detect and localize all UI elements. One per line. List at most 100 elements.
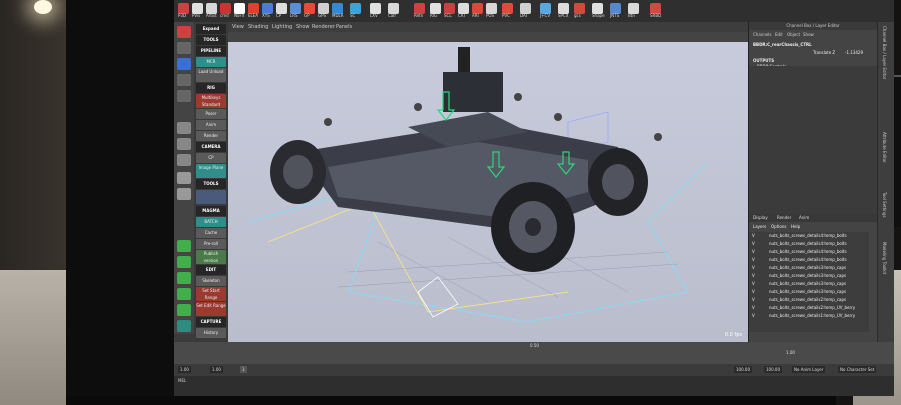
anim-layer-dropdown[interactable]: No Anim Layer bbox=[792, 366, 826, 373]
layer-row[interactable]: Vnuts_bolts_screws_details2:temp_UV_berr… bbox=[749, 304, 869, 311]
layer-row[interactable]: Vnuts_bolts_screws_details4:temp_bolts bbox=[749, 248, 869, 255]
playback-start-field[interactable]: 1.00 bbox=[210, 366, 223, 373]
time-slider[interactable]: 0.50 1.00 bbox=[174, 342, 894, 364]
command-line[interactable]: MEL bbox=[174, 376, 894, 396]
shelf-label-30: SRBD bbox=[650, 13, 662, 18]
select-tool-icon[interactable] bbox=[177, 26, 191, 38]
tab-anim[interactable]: Anim bbox=[799, 215, 809, 220]
cp-button[interactable]: CP bbox=[196, 153, 226, 163]
menu-renderer[interactable]: Renderer bbox=[312, 24, 335, 30]
menu-lighting[interactable]: Lighting bbox=[272, 24, 292, 30]
shelf-label-18: SCL bbox=[444, 13, 452, 18]
shelf-label-7: XYS bbox=[262, 13, 270, 18]
layout-icon-5[interactable] bbox=[177, 188, 191, 200]
layout-icon-2[interactable] bbox=[177, 138, 191, 150]
green-tool-icon-4[interactable] bbox=[177, 288, 191, 300]
character-set-dropdown[interactable]: No Character Set bbox=[838, 366, 877, 373]
tab-show[interactable]: Show bbox=[803, 32, 814, 37]
menu-panels[interactable]: Panels bbox=[336, 24, 352, 30]
shelf-label-29: Btn bbox=[628, 13, 635, 18]
range-slider[interactable]: 1.00 1.00 1 100.00 100.00 No Anim Layer … bbox=[174, 364, 894, 376]
end-time-field[interactable]: 100.00 bbox=[764, 366, 782, 373]
green-tool-icon-1[interactable] bbox=[177, 240, 191, 252]
history-button[interactable]: History bbox=[196, 328, 226, 338]
viewport-icon-bar[interactable] bbox=[228, 32, 748, 42]
shelf-label-24: J+CV bbox=[540, 13, 551, 18]
shelf-label-8: CP bbox=[276, 13, 282, 18]
anim-button[interactable]: Anim bbox=[196, 120, 226, 130]
tools-icons-block[interactable] bbox=[196, 190, 226, 204]
shelf-label-21: POS bbox=[486, 13, 495, 18]
green-tool-icon-6[interactable] bbox=[177, 320, 191, 332]
tab-render[interactable]: Render bbox=[777, 215, 791, 220]
menu-shading[interactable]: Shading bbox=[248, 24, 268, 30]
publish-version-button[interactable]: Publish version bbox=[196, 250, 226, 264]
green-tool-icon-5[interactable] bbox=[177, 304, 191, 316]
mcr-button[interactable]: MCR bbox=[196, 57, 226, 67]
tab-edit[interactable]: Edit bbox=[775, 32, 783, 37]
fps-readout: 0.0 fps bbox=[724, 332, 742, 338]
layout-icon-1[interactable] bbox=[177, 122, 191, 134]
layer-row[interactable]: Vnuts_bolts_screws_details4:temp_bolts bbox=[749, 240, 869, 247]
viewport[interactable]: 0.0 fps bbox=[228, 42, 748, 342]
render-button[interactable]: Render bbox=[196, 131, 226, 141]
vtab-attribute-editor[interactable]: Attribute Editor bbox=[882, 132, 887, 163]
layer-row[interactable]: Vnuts_bolts_screws_details2:temp_caps bbox=[749, 296, 869, 303]
vtab-tool-settings[interactable]: Tool Settings bbox=[882, 192, 887, 217]
expand-button[interactable]: Expand bbox=[196, 24, 226, 34]
range-handle-start[interactable]: 1 bbox=[240, 366, 247, 373]
layer-row[interactable]: Vnuts_bolts_screws_details1:temp_UV_berr… bbox=[749, 312, 869, 319]
shelf-label-19: CRI bbox=[458, 13, 465, 18]
shelf-label-27: Shape bbox=[592, 13, 605, 18]
options-menu[interactable]: Options bbox=[771, 224, 786, 229]
rotate-tool-icon[interactable] bbox=[177, 74, 191, 86]
layer-row[interactable]: Vnuts_bolts_screws_details4:temp_bolts bbox=[749, 232, 869, 239]
menu-view[interactable]: View bbox=[232, 24, 244, 30]
help-menu[interactable]: Help bbox=[791, 224, 800, 229]
layout-icon-4[interactable] bbox=[177, 172, 191, 184]
layer-row[interactable]: Vnuts_bolts_screws_details3:temp_caps bbox=[749, 264, 869, 271]
tab-channels[interactable]: Channels bbox=[753, 32, 772, 37]
shelf-label-11: GPS bbox=[318, 13, 327, 18]
set-start-range-button[interactable]: Set Start Range bbox=[196, 287, 226, 301]
viewport-menu-bar: View Shading Lighting Show Renderer Pane… bbox=[228, 22, 748, 32]
cache-button[interactable]: Cache bbox=[196, 228, 226, 238]
tab-object[interactable]: Object bbox=[787, 32, 800, 37]
shelf-label-28: JNTS bbox=[610, 13, 620, 18]
layers-menu[interactable]: Layers bbox=[753, 224, 766, 229]
maya-screen: P3D PVis Artist cmd NoFX ELEA XYS CP LRS… bbox=[174, 0, 894, 396]
vtab-modeling-toolkit[interactable]: Modeling Toolkit bbox=[882, 242, 887, 274]
pre-roll-button[interactable]: Pre-roll bbox=[196, 239, 226, 249]
vehicle-model[interactable] bbox=[228, 42, 748, 342]
playback-end-field[interactable]: 100.00 bbox=[734, 366, 752, 373]
start-time-field[interactable]: 1.00 bbox=[178, 366, 191, 373]
menu-show[interactable]: Show bbox=[296, 24, 310, 30]
vtab-channel-box[interactable]: Channel Box / Layer Editor bbox=[882, 26, 887, 79]
layer-row[interactable]: Vnuts_bolts_screws_details3:temp_caps bbox=[749, 288, 869, 295]
move-tool-icon[interactable] bbox=[177, 58, 191, 70]
batch-button[interactable]: BATCH bbox=[196, 217, 226, 227]
layer-row[interactable]: Vnuts_bolts_screws_details4:temp_bolts bbox=[749, 256, 869, 263]
skeleton-button[interactable]: Skeleton bbox=[196, 276, 226, 286]
set-edit-range-button[interactable]: Set Edit Range bbox=[196, 302, 226, 316]
poser-button[interactable]: Poser bbox=[196, 109, 226, 119]
green-tool-icon-2[interactable] bbox=[177, 256, 191, 268]
image-plane-button[interactable]: Image Plane bbox=[196, 164, 226, 178]
tab-display[interactable]: Display bbox=[753, 215, 768, 220]
attr-value[interactable]: -1.13429 bbox=[845, 50, 863, 55]
tools-header: TOOLS bbox=[196, 35, 226, 45]
lasso-tool-icon[interactable] bbox=[177, 42, 191, 54]
multikeys-button[interactable]: Multikeys Standard bbox=[196, 94, 226, 108]
load-unload-button[interactable]: Load Unload bbox=[196, 68, 226, 82]
green-tool-icon-3[interactable] bbox=[177, 272, 191, 284]
edit-header: EDIT bbox=[196, 265, 226, 275]
current-frame-field[interactable]: 1.00 bbox=[786, 350, 795, 355]
layout-icon-3[interactable] bbox=[177, 154, 191, 166]
outputs-label: OUTPUTS bbox=[753, 58, 775, 63]
pipeline-header: PIPELINE bbox=[196, 46, 226, 56]
layer-row[interactable]: Vnuts_bolts_screws_details3:temp_caps bbox=[749, 280, 869, 287]
attr-label: Translate Z bbox=[813, 50, 836, 55]
shelf-label-26: gcs bbox=[574, 13, 581, 18]
layer-row[interactable]: Vnuts_bolts_screws_details3:temp_caps bbox=[749, 272, 869, 279]
scale-tool-icon[interactable] bbox=[177, 90, 191, 102]
